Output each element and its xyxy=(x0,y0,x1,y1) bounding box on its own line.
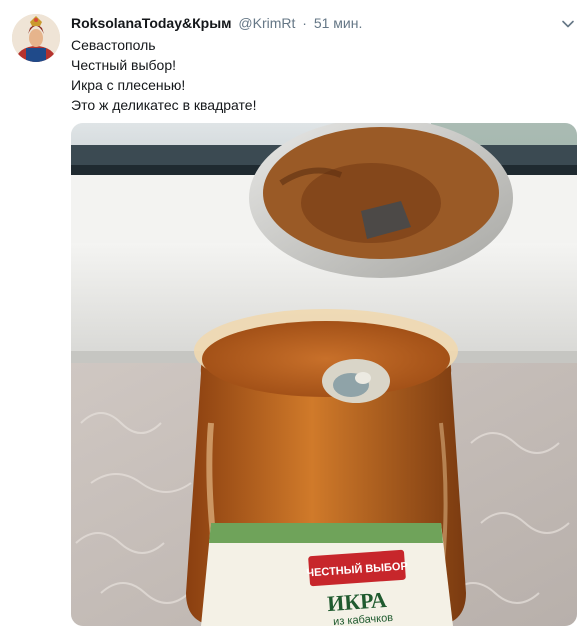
photo-jar-of-caviar: ЧЕСТНЫЙ ВЫБОР ИКРА из кабачков xyxy=(71,123,577,626)
tweet-text-line: Честный выбор! xyxy=(71,57,177,73)
avatar-image xyxy=(12,14,60,62)
chevron-down-icon[interactable] xyxy=(560,16,576,32)
tweet-text-line: Севастополь xyxy=(71,37,156,53)
separator-dot: · xyxy=(302,15,307,31)
user-handle[interactable]: @KrimRt xyxy=(238,15,295,31)
display-name[interactable]: RoksolanaToday&Крым xyxy=(71,15,232,31)
tweet-text: Севастополь Честный выбор! Икра с плесен… xyxy=(71,35,571,115)
timestamp[interactable]: 51 мин. xyxy=(314,15,363,31)
tweet: RoksolanaToday&Крым @KrimRt · 51 мин. Се… xyxy=(0,0,587,629)
tweet-photo[interactable]: ЧЕСТНЫЙ ВЫБОР ИКРА из кабачков xyxy=(71,123,577,626)
tweet-header: RoksolanaToday&Крым @KrimRt · 51 мин. xyxy=(71,14,362,32)
tweet-text-line: Это ж деликатес в квадрате! xyxy=(71,97,257,113)
jar-label-product: ИКРА xyxy=(326,587,387,616)
avatar[interactable] xyxy=(12,14,60,62)
tweet-text-line: Икра с плесенью! xyxy=(71,77,186,93)
